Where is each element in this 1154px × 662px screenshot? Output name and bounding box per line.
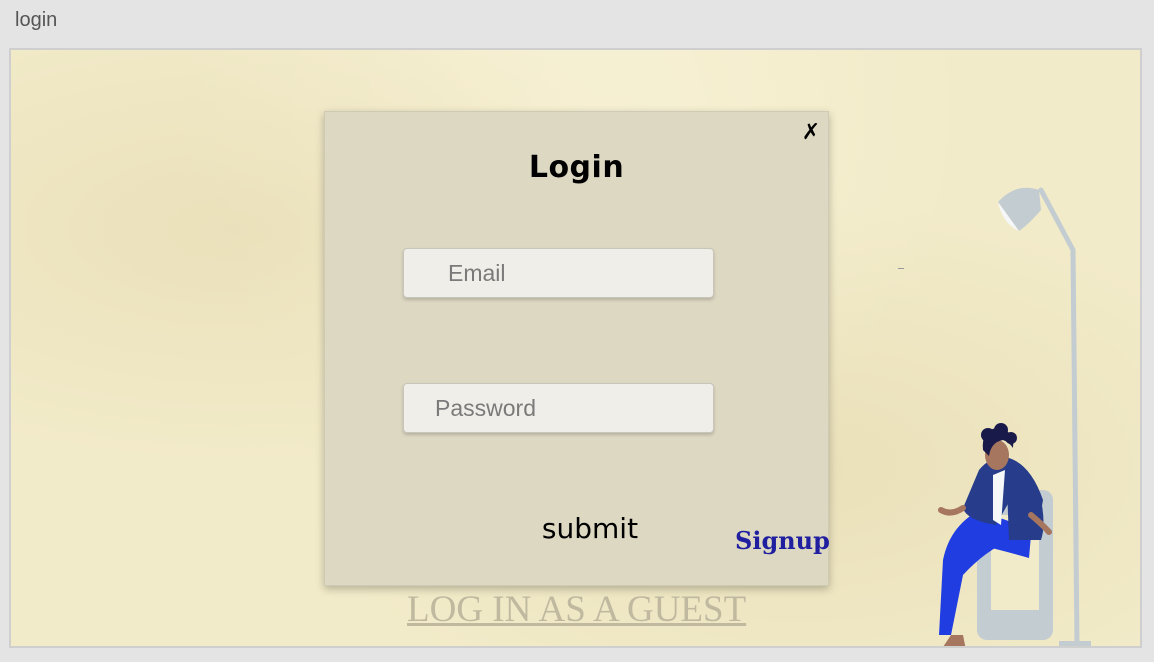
submit-button[interactable]: submit: [515, 508, 665, 548]
close-icon[interactable]: ✗: [800, 120, 822, 146]
modal-title: Login: [528, 150, 625, 185]
window-title: login: [15, 9, 58, 31]
signup-link[interactable]: Signup: [735, 526, 830, 555]
page-canvas: ✗ Login submit Signup LOG IN AS A GUEST: [9, 48, 1142, 648]
guest-login-link[interactable]: LOG IN AS A GUEST: [407, 588, 746, 631]
login-modal: ✗ Login submit Signup: [324, 111, 830, 586]
password-field[interactable]: [403, 383, 714, 433]
email-field[interactable]: [403, 248, 714, 298]
person-with-lamp-illustration: [938, 187, 1091, 646]
